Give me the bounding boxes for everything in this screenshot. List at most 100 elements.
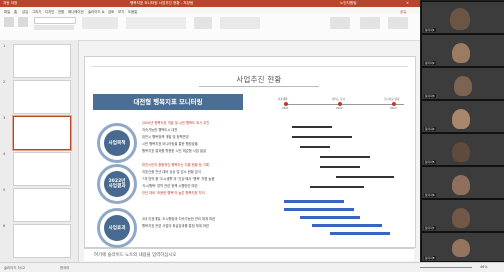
thumb-number: 6 bbox=[3, 224, 6, 228]
ribbon-toolbar bbox=[0, 14, 420, 41]
bullet: 행복지표 관련 사업의 파급효과를 통한 체계 마련 bbox=[142, 224, 209, 228]
slide-thumbnail-1[interactable] bbox=[13, 44, 71, 78]
gantt-bar bbox=[292, 126, 332, 128]
section-label: 사업효과 bbox=[108, 225, 126, 231]
menu-insert[interactable]: 삽입 bbox=[22, 9, 28, 14]
participant-name: 참가자4 bbox=[424, 127, 436, 131]
bullet: 전년 대비 '조용한 행복'의 높은 행복지표 차이 bbox=[142, 191, 205, 195]
quick-styles-icon[interactable] bbox=[220, 17, 260, 29]
notes-placeholder[interactable]: 여기에 슬라이드 노트의 내용을 입력하십시오 bbox=[94, 252, 176, 258]
gantt-bar-blue bbox=[330, 232, 390, 235]
gantt-bar bbox=[320, 166, 360, 168]
menu-file[interactable]: 파일 bbox=[4, 9, 10, 14]
zoom-level[interactable]: 46% bbox=[480, 265, 488, 269]
bullet: 지표산출 전년 대비 상승 및 감소 현황 분석 bbox=[142, 170, 201, 174]
gantt-bar-blue bbox=[300, 216, 360, 219]
menu-slideshow[interactable]: 슬라이드 쇼 bbox=[88, 9, 105, 14]
thumb-number: 2 bbox=[3, 80, 6, 84]
menu-view[interactable]: 보기 bbox=[118, 9, 124, 14]
document-title: 행복지표 모니터링 사업추진 현황 - 저장됨 bbox=[130, 1, 194, 5]
share-button[interactable]: 공유 bbox=[400, 9, 406, 14]
gantt-bar bbox=[320, 156, 370, 158]
gantt-bar-blue bbox=[284, 208, 354, 211]
gantt-bar bbox=[300, 146, 330, 148]
thumb-number: 5 bbox=[3, 188, 6, 192]
bullet: '도시행복' 영역 관련 정책 시행방안 마련 bbox=[142, 184, 198, 188]
year-label: 2021 bbox=[282, 107, 289, 110]
participant-name: 참가자5 bbox=[424, 160, 436, 164]
menu-design[interactable]: 디자인 bbox=[45, 9, 54, 14]
paste-icon[interactable] bbox=[4, 17, 14, 27]
bullet: 7개 영역 중 '도시생활'과 '건강'에서 '행복' 차원 높음 bbox=[142, 177, 215, 181]
close-icon[interactable]: ✕ bbox=[406, 1, 409, 5]
bullet: 시민 행복지표 모니터링을 통한 행정효율 bbox=[142, 142, 198, 146]
find-icon[interactable] bbox=[330, 17, 350, 29]
font-format-icons[interactable] bbox=[34, 25, 74, 30]
video-tile[interactable]: 참가자6 bbox=[421, 166, 504, 199]
slide-banner[interactable]: 대전형 행복지표 모니터링 bbox=[93, 94, 243, 110]
zoom-slider[interactable] bbox=[420, 267, 472, 268]
menu-review[interactable]: 검토 bbox=[108, 9, 114, 14]
timeline-marker bbox=[338, 102, 342, 106]
account-name[interactable]: 노인지원팀 bbox=[340, 1, 357, 6]
menu-home[interactable]: 홈 bbox=[14, 9, 17, 14]
section-circle-result: 2022년 사업결과 bbox=[97, 164, 137, 204]
gantt-bar bbox=[336, 176, 394, 178]
paragraph-group[interactable] bbox=[82, 17, 118, 29]
participant-name: 참가자1 bbox=[424, 28, 436, 32]
font-select[interactable] bbox=[34, 17, 76, 24]
gantt-bar bbox=[292, 136, 352, 138]
timeline-axis bbox=[284, 104, 404, 105]
video-tile[interactable]: 참가자7 bbox=[421, 199, 504, 232]
video-tile[interactable]: 참가자5 bbox=[421, 133, 504, 166]
menu-transition[interactable]: 전환 bbox=[58, 9, 64, 14]
slide-thumbnail-5[interactable] bbox=[13, 188, 71, 222]
thumb-number: 3 bbox=[3, 116, 6, 120]
thumb-number: 1 bbox=[3, 44, 6, 48]
shapes-gallery[interactable] bbox=[126, 17, 186, 29]
gantt-head: 모니터링 결과 bbox=[384, 98, 400, 101]
video-tile[interactable]: 참가자1 bbox=[421, 1, 504, 34]
participant-name: 참가자8 bbox=[424, 256, 436, 260]
bullet: 대전시 행복정책 개발 및 정책반영 bbox=[142, 135, 189, 139]
video-tile[interactable]: 참가자3 bbox=[421, 67, 504, 100]
year-label: 2023 bbox=[390, 107, 397, 110]
bullet: 대전시민의 종합적인 행복도는 다음 현황 등 기록 bbox=[142, 163, 209, 167]
menu-animation[interactable]: 애니메이션 bbox=[68, 9, 84, 14]
slide-thumbnail-6[interactable] bbox=[13, 224, 71, 258]
participant-name: 참가자2 bbox=[424, 61, 436, 65]
participant-name: 참가자6 bbox=[424, 193, 436, 197]
gantt-head: 행복도 조사 bbox=[332, 98, 345, 101]
menu-help[interactable]: 도움말 bbox=[128, 9, 137, 14]
menu-draw[interactable]: 그리기 bbox=[32, 9, 41, 14]
autosave-label[interactable]: 자동 저장 bbox=[3, 1, 17, 6]
slide-thumbnail-4[interactable] bbox=[13, 152, 71, 186]
video-tile[interactable]: 참가자8 bbox=[421, 232, 504, 262]
participant-name: 참가자3 bbox=[424, 94, 436, 98]
dictate-icon[interactable] bbox=[360, 17, 380, 29]
video-tile[interactable]: 참가자4 bbox=[421, 100, 504, 133]
slide-top-rule bbox=[92, 66, 408, 67]
new-slide-icon[interactable] bbox=[18, 17, 28, 27]
language[interactable]: 한국어 bbox=[60, 265, 69, 270]
section-circle-purpose: 사업목적 bbox=[97, 123, 137, 163]
gantt-bar bbox=[310, 186, 364, 188]
slide-thumbnail-pane: 1 2 3 4 5 6 bbox=[0, 40, 79, 262]
bullet: 행복지표 결과를 활용한 시민 체감형 사업 발굴 bbox=[142, 149, 206, 153]
section-circle-effect: 사업효과 bbox=[97, 208, 137, 248]
notes-pane[interactable]: 여기에 슬라이드 노트의 내용을 입력하십시오 bbox=[84, 248, 414, 261]
arrange-icon[interactable] bbox=[194, 17, 212, 29]
timeline-marker bbox=[284, 102, 288, 106]
video-tile[interactable]: 참가자2 bbox=[421, 34, 504, 67]
designer-icon[interactable] bbox=[388, 17, 408, 29]
timeline-marker bbox=[392, 102, 396, 106]
slide-thumbnail-2[interactable] bbox=[13, 80, 71, 114]
bullet: 3대 지표개발, 도시행정과 지속가능한 관리 체계 마련 bbox=[142, 217, 216, 221]
slide-title[interactable]: 사업추진 현황 bbox=[199, 74, 319, 85]
section-label: 사업목적 bbox=[108, 140, 126, 146]
slide-thumbnail-3[interactable] bbox=[13, 116, 71, 150]
bullet: 2020년 행복지표 개발 및 시민 행복도 조사 추진 bbox=[142, 121, 210, 125]
gantt-head: 지표개발 bbox=[278, 98, 288, 101]
video-call-panel: 참가자1 참가자2 참가자3 참가자4 참가자5 참가자6 참가자7 참가자8 bbox=[420, 0, 504, 262]
slide-counter: 슬라이드 3/12 bbox=[4, 266, 26, 270]
